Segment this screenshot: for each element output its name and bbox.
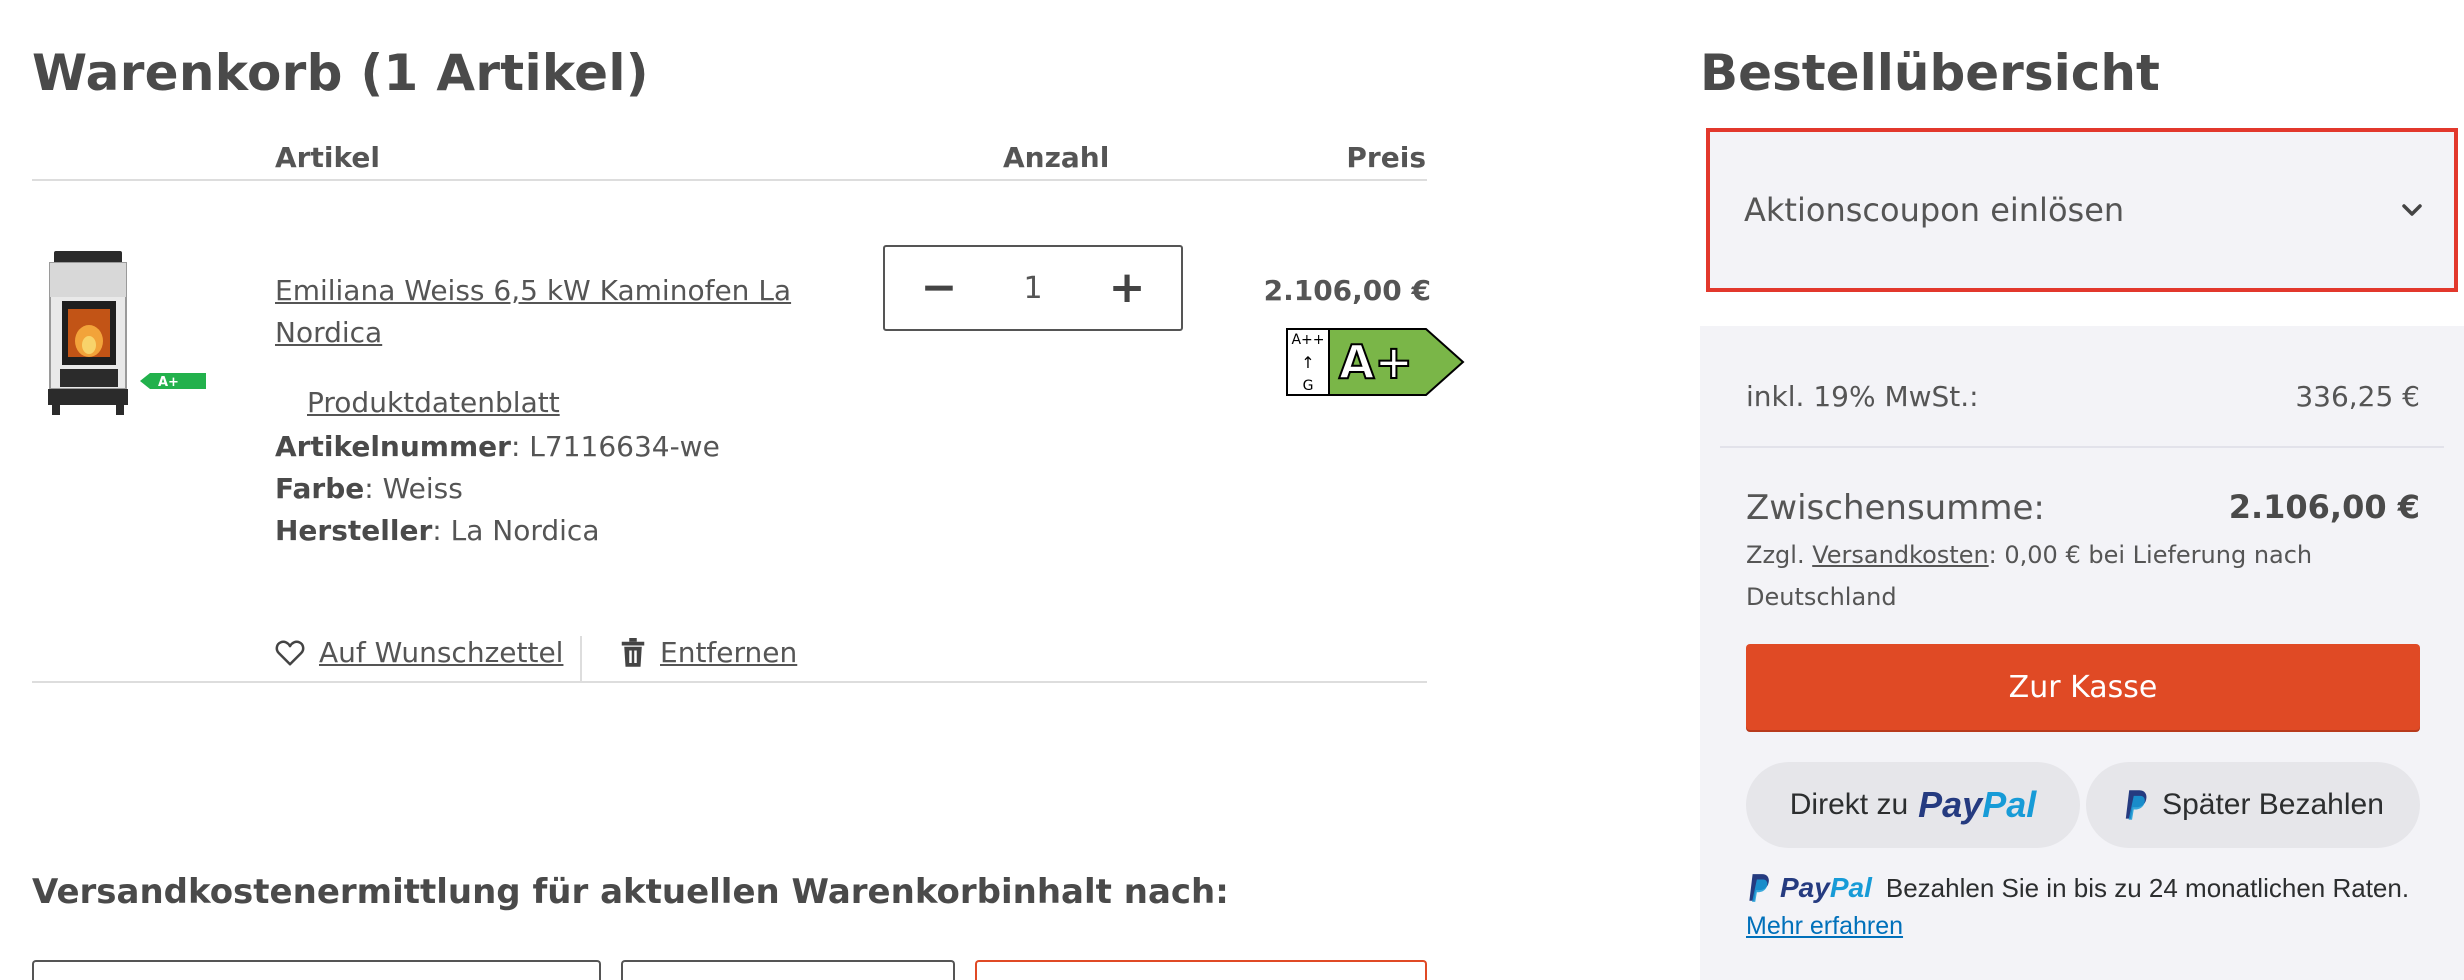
product-datasheet-link[interactable]: Produktdatenblatt — [307, 386, 560, 419]
shipping-calculate-button[interactable] — [975, 960, 1427, 980]
energy-range-arrow: ↑ — [1301, 353, 1314, 372]
chevron-down-icon — [2402, 204, 2422, 216]
action-divider — [580, 636, 582, 682]
header-divider — [32, 179, 1427, 181]
coupon-accordion[interactable]: Aktionscoupon einlösen — [1706, 128, 2458, 292]
column-header-quantity: Anzahl — [1003, 141, 1110, 174]
attr-value: Weiss — [382, 472, 463, 505]
shipping-estimate-title: Versandkostenermittlung für aktuellen Wa… — [32, 872, 1229, 912]
heart-icon — [275, 640, 305, 665]
paypal-installments-text: Bezahlen Sie in bis zu 24 monatlichen Ra… — [1885, 872, 2410, 903]
shipping-note-prefix: Zzgl. — [1746, 541, 1813, 569]
paypal-info-logo: PayPal — [1780, 872, 1872, 903]
add-to-wishlist-button[interactable]: Auf Wunschzettel — [275, 636, 563, 669]
attr-article-number: Artikelnummer: L7116634-we — [275, 430, 720, 463]
shipping-country-select[interactable] — [32, 960, 601, 980]
attr-label: Artikelnummer — [275, 430, 511, 463]
coupon-label: Aktionscoupon einlösen — [1744, 191, 2125, 229]
energy-class: A+ — [1339, 335, 1413, 389]
item-price: 2.106,00 € — [1263, 274, 1431, 307]
vat-value: 336,25 € — [2295, 380, 2420, 413]
wishlist-label: Auf Wunschzettel — [319, 636, 564, 669]
paypal-pay-later-button[interactable]: Später Bezahlen — [2086, 762, 2420, 848]
paypal-pay-later-label: Später Bezahlen — [2162, 788, 2384, 821]
summary-divider — [1720, 446, 2444, 448]
energy-range-bottom: G — [1303, 378, 1314, 394]
remove-label: Entfernen — [660, 636, 798, 669]
column-header-price: Preis — [1346, 141, 1426, 174]
subtotal-label: Zwischensumme: — [1746, 488, 2045, 528]
paypal-installments-info: PayPal Bezahlen Sie in bis zu 24 monatli… — [1746, 872, 2409, 904]
paypal-direct-button[interactable]: Direkt zu PayPal — [1746, 762, 2080, 848]
remove-item-button[interactable]: Entfernen — [620, 636, 797, 669]
energy-efficiency-label[interactable]: A++ ↑ G A+ — [1286, 328, 1466, 396]
attr-label: Farbe — [275, 472, 365, 505]
order-summary-title: Bestellübersicht — [1700, 44, 2160, 102]
paypal-p-icon — [1749, 874, 1769, 902]
attr-manufacturer: Hersteller: La Nordica — [275, 514, 600, 547]
quantity-stepper: − 1 + — [883, 245, 1183, 331]
vat-label: inkl. 19% MwSt.: — [1746, 380, 1979, 413]
paypal-p-icon — [2125, 790, 2147, 820]
image-energy-badge: A+ — [158, 375, 179, 390]
shipping-costs-link[interactable]: Versandkosten — [1812, 541, 1988, 569]
attr-color: Farbe: Weiss — [275, 472, 463, 505]
attr-value: La Nordica — [450, 514, 600, 547]
energy-range-top: A++ — [1291, 332, 1324, 348]
decrease-quantity-button[interactable]: − — [919, 266, 959, 310]
paypal-learn-more-link[interactable]: Mehr erfahren — [1746, 912, 1903, 941]
checkout-button[interactable]: Zur Kasse — [1746, 644, 2420, 730]
trash-icon — [621, 637, 645, 667]
shipping-note: Zzgl. Versandkosten: 0,00 € bei Lieferun… — [1746, 534, 2366, 618]
product-image[interactable]: A+ — [40, 245, 210, 425]
cart-title: Warenkorb (1 Artikel) — [32, 44, 649, 102]
shipping-zip-input[interactable] — [621, 960, 955, 980]
paypal-logo: PayPal — [1918, 784, 2037, 825]
attr-label: Hersteller — [275, 514, 433, 547]
increase-quantity-button[interactable]: + — [1107, 266, 1147, 310]
subtotal-value: 2.106,00 € — [2228, 488, 2420, 526]
column-header-article: Artikel — [275, 141, 380, 174]
attr-value: L7116634-we — [529, 430, 720, 463]
paypal-direct-label: Direkt zu — [1789, 788, 1909, 821]
product-name-link[interactable]: Emiliana Weiss 6,5 kW Kaminofen La Nordi… — [275, 270, 795, 354]
quantity-value[interactable]: 1 — [1023, 271, 1042, 306]
item-divider — [32, 681, 1427, 683]
